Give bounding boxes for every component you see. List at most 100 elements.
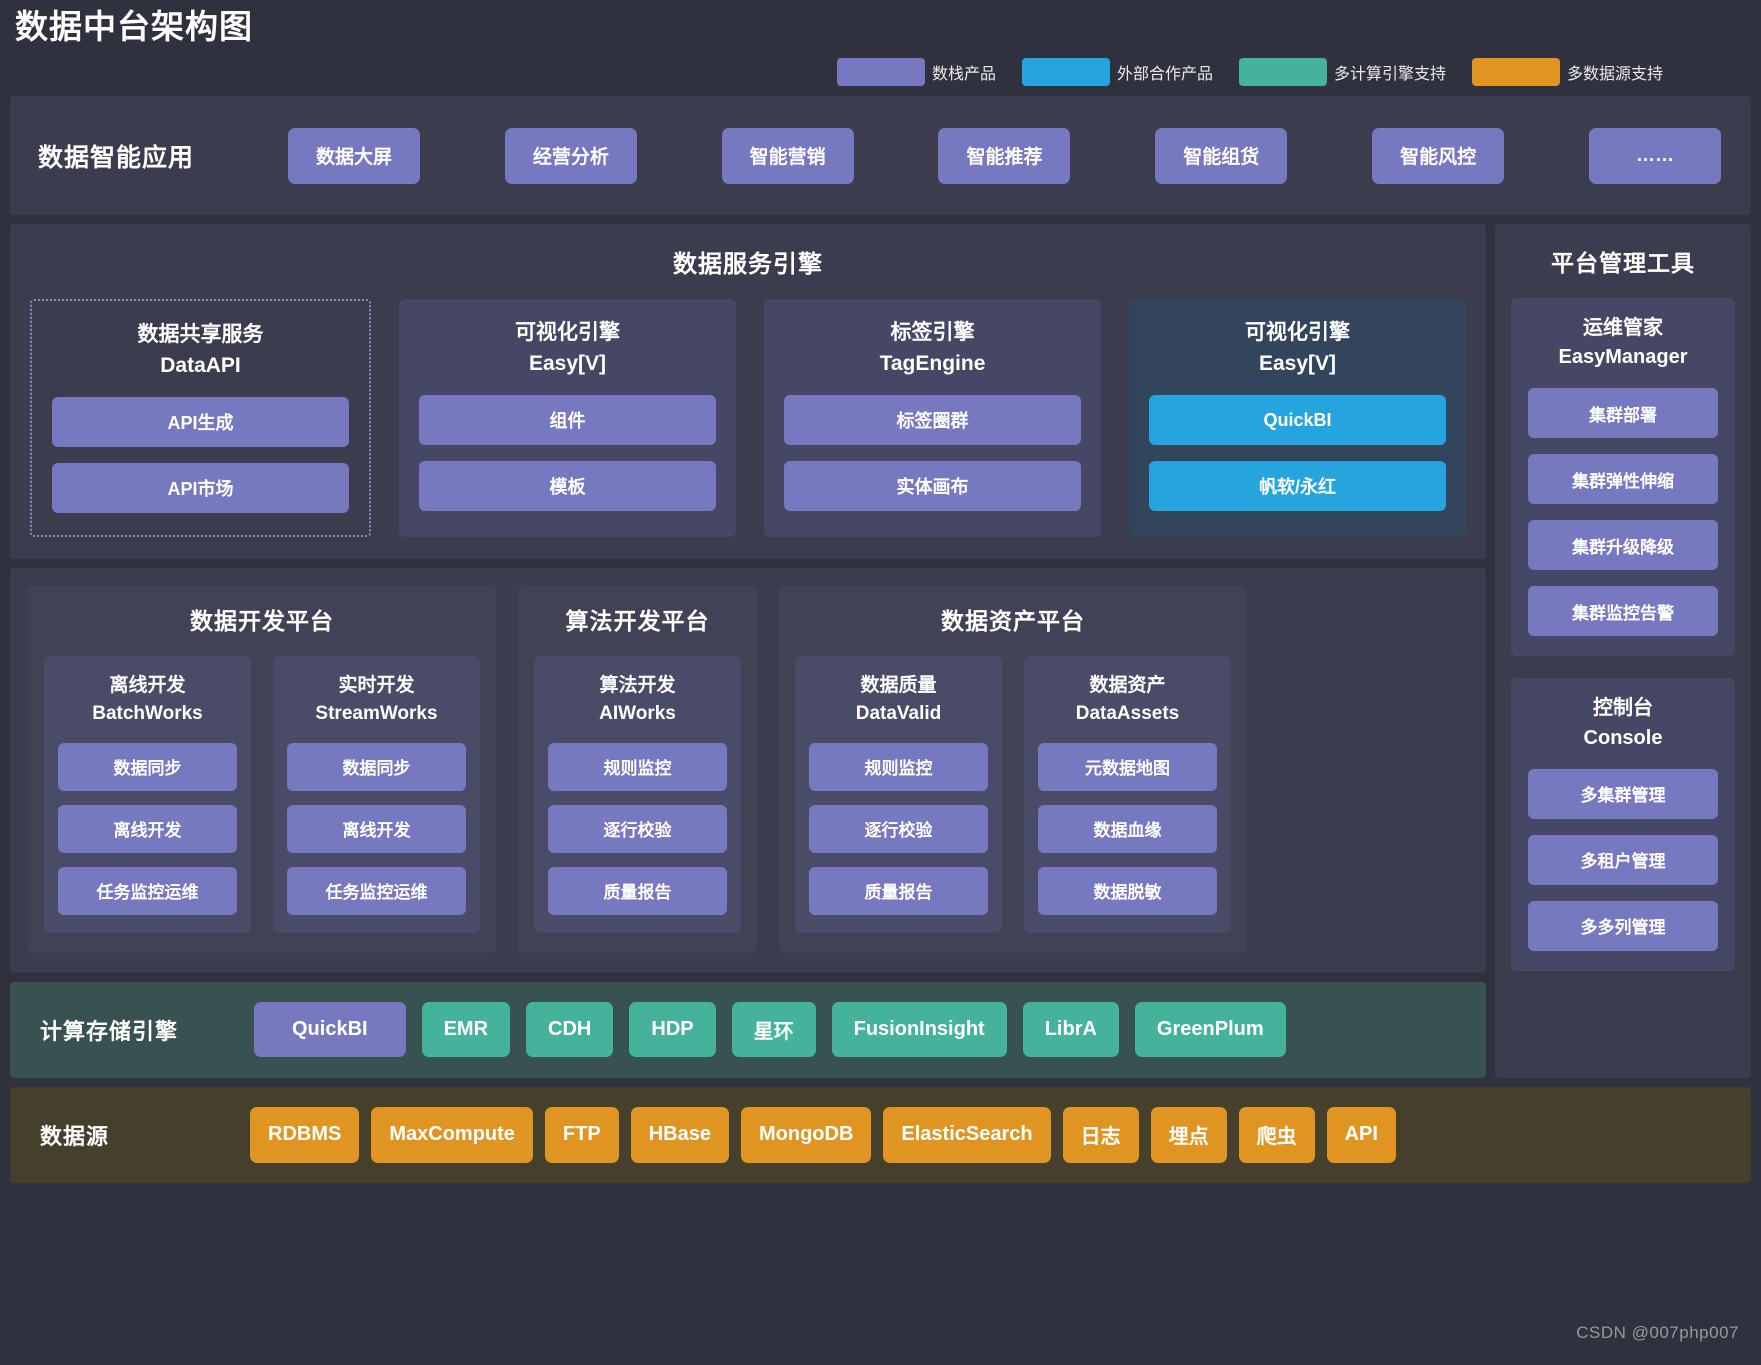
service-card-name-cn: 可视化引擎	[515, 321, 620, 344]
service-card-name-en: Easy[V]	[1258, 351, 1337, 375]
compute-storage-engine-title: 计算存储引擎	[40, 1018, 179, 1044]
platform-tool-chip[interactable]: 多多列管理	[1528, 900, 1718, 951]
legend-item: 多数据源支持	[1471, 58, 1663, 86]
platform-group-title: 数据资产平台	[941, 608, 1085, 635]
platform-sub-chip[interactable]: 逐行校验	[809, 804, 988, 853]
platforms-section: 数据开发平台 离线开发 BatchWorks 数据同步 离线开发 任务监控运维 实时开发 St…	[10, 568, 1486, 973]
platform-tool-name-cn: 控制台	[1593, 697, 1653, 720]
platform-tool-name-cn: 运维管家	[1583, 317, 1663, 339]
platform-tool-name-en: Console	[1583, 726, 1663, 749]
app-chip[interactable]: ……	[1588, 127, 1721, 184]
source-chip[interactable]: 埋点	[1150, 1106, 1227, 1163]
service-card: 标签引擎 TagEngine 标签圈群实体画布	[764, 299, 1101, 538]
platform-sub-chip[interactable]: 数据脱敏	[1038, 866, 1217, 915]
service-card-chip[interactable]: 帆软/永红	[1149, 461, 1446, 512]
watermark: CSDN @007php007	[1576, 1323, 1739, 1342]
platform-sub-chip[interactable]: 质量报告	[809, 866, 988, 915]
platform-tool-card: 控制台 Console 多集群管理多租户管理多多列管理	[1511, 678, 1735, 971]
data-service-engine-section: 数据服务引擎 数据共享服务 DataAPI API生成 API市场 可视化引擎 Easy[…	[10, 224, 1486, 560]
engine-chip[interactable]: QuickBI	[254, 1002, 406, 1058]
platform-columns: 数据质量 DataValid 规则监控逐行校验质量报告 数据资产 DataAssets 元…	[795, 656, 1231, 933]
platform-tool-chip[interactable]: 集群升级降级	[1528, 520, 1718, 571]
legend-item: 外部合作产品	[1021, 58, 1213, 86]
service-card-head: 标签引擎 TagEngine	[784, 318, 1081, 379]
platform-sub-chip[interactable]: 任务监控运维	[287, 866, 466, 915]
data-application-layer-title: 数据智能应用	[38, 143, 195, 172]
platform-sub-name-en: DataAssets	[1075, 703, 1180, 725]
source-chip[interactable]: API	[1326, 1106, 1396, 1163]
service-card-name-en: Easy[V]	[528, 351, 607, 375]
platform-sub-chip[interactable]: 质量报告	[548, 866, 727, 915]
engine-chip[interactable]: EMR	[421, 1002, 511, 1058]
app-chip[interactable]: 智能推荐	[938, 127, 1071, 184]
source-chip[interactable]: 日志	[1062, 1106, 1139, 1163]
service-card-chip[interactable]: API市场	[52, 463, 349, 514]
app-chip[interactable]: 智能组货	[1155, 127, 1288, 184]
platform-sub-chip[interactable]: 数据血缘	[1038, 804, 1217, 853]
platform-sub-name-cn: 数据资产	[1089, 675, 1166, 697]
service-card-chip[interactable]: API生成	[52, 397, 349, 448]
source-chip[interactable]: ElasticSearch	[883, 1106, 1051, 1163]
platform-sub-chip[interactable]: 规则监控	[548, 742, 727, 791]
page-title: 数据中台架构图	[15, 8, 253, 45]
platform-sub-chip[interactable]: 数据同步	[58, 742, 237, 791]
platform-group-title: 数据开发平台	[190, 608, 334, 635]
source-chip[interactable]: 爬虫	[1238, 1106, 1315, 1163]
platform-sub-chip[interactable]: 逐行校验	[548, 804, 727, 853]
platform-sub-name-en: AIWorks	[599, 703, 676, 725]
platform-management-tools-cards: 运维管家 EasyManager 集群部署 集群弹性伸缩 集群升级降级 集群监控告警 控制台…	[1511, 298, 1735, 971]
service-card-chip[interactable]: QuickBI	[1149, 395, 1446, 446]
platform-group: 数据开发平台 离线开发 BatchWorks 数据同步 离线开发 任务监控运维 实时开发 St…	[28, 586, 496, 953]
platform-tool-chip[interactable]: 多租户管理	[1528, 834, 1718, 885]
engine-chip[interactable]: CDH	[526, 1002, 614, 1058]
source-chip[interactable]: MongoDB	[740, 1106, 872, 1163]
platform-sub-chip[interactable]: 数据同步	[287, 742, 466, 791]
legend-label: 数栈产品	[931, 66, 996, 83]
platform-columns: 离线开发 BatchWorks 数据同步 离线开发 任务监控运维 实时开发 StreamWo…	[44, 656, 480, 933]
engine-chip[interactable]: FusionInsight	[831, 1002, 1007, 1058]
service-card: 数据共享服务 DataAPI API生成 API市场	[30, 299, 371, 538]
platform-sub-card-head: 离线开发 BatchWorks	[58, 672, 237, 728]
app-chip[interactable]: 经营分析	[504, 127, 637, 184]
source-chip[interactable]: FTP	[544, 1106, 619, 1163]
platform-tool-chip[interactable]: 多集群管理	[1528, 768, 1718, 819]
platform-tool-chip[interactable]: 集群部署	[1528, 388, 1718, 439]
platform-sub-name-en: DataValid	[855, 703, 942, 725]
platform-tool-chip[interactable]: 集群监控告警	[1528, 586, 1718, 637]
platform-sub-chip[interactable]: 规则监控	[809, 742, 988, 791]
platform-sub-card-head: 数据质量 DataValid	[809, 672, 988, 728]
platform-sub-chip[interactable]: 任务监控运维	[58, 866, 237, 915]
platform-sub-chip[interactable]: 元数据地图	[1038, 742, 1217, 791]
platform-sub-chip[interactable]: 离线开发	[287, 804, 466, 853]
app-chip[interactable]: 智能营销	[721, 127, 854, 184]
engine-chip[interactable]: HDP	[629, 1002, 716, 1058]
platform-sub-chip[interactable]: 离线开发	[58, 804, 237, 853]
legend-item: 数栈产品	[836, 58, 996, 86]
app-chip[interactable]: 智能风控	[1372, 127, 1505, 184]
engine-chip[interactable]: GreenPlum	[1134, 1002, 1286, 1058]
source-chip[interactable]: HBase	[630, 1106, 729, 1163]
data-source-list: RDBMS MaxCompute FTP HBase MongoDB ElasticSea…	[250, 1106, 1735, 1163]
platform-management-tools-title: 平台管理工具	[1551, 250, 1695, 276]
app-chip[interactable]: 数据大屏	[288, 127, 420, 184]
service-card-chip[interactable]: 组件	[419, 395, 716, 446]
platform-tool-chip[interactable]: 集群弹性伸缩	[1528, 454, 1718, 505]
platform-sub-card: 实时开发 StreamWorks 数据同步 离线开发 任务监控运维	[273, 656, 480, 933]
middle-layer: 数据服务引擎 数据共享服务 DataAPI API生成 API市场 可视化引擎 Easy[…	[10, 224, 1751, 1078]
service-card-chip[interactable]: 模板	[419, 461, 716, 512]
service-card-chip[interactable]: 标签圈群	[784, 395, 1081, 446]
engine-chip[interactable]: LibrA	[1022, 1002, 1119, 1058]
service-card-head: 可视化引擎 Easy[V]	[1149, 318, 1446, 379]
source-chip[interactable]: MaxCompute	[371, 1106, 533, 1163]
legend: 数栈产品 外部合作产品 多计算引擎支持 多数据源支持	[10, 48, 1751, 96]
platform-group: 数据资产平台数据质量 DataValid 规则监控逐行校验质量报告 数据资产 DataA…	[779, 586, 1247, 953]
source-chip[interactable]: RDBMS	[250, 1106, 360, 1163]
platform-group: 算法开发平台 算法开发 AIWorks 规则监控 逐行校验 质量报告	[518, 586, 757, 953]
legend-label: 外部合作产品	[1116, 66, 1213, 83]
legend-swatch	[1021, 58, 1110, 86]
data-service-engine-cards: 数据共享服务 DataAPI API生成 API市场 可视化引擎 Easy[V] 组件 模板标…	[30, 299, 1466, 538]
service-card-chip[interactable]: 实体画布	[784, 461, 1081, 512]
service-card-name-en: DataAPI	[160, 353, 241, 377]
engine-chip[interactable]: 星环	[731, 1002, 816, 1058]
data-source-title: 数据源	[40, 1123, 110, 1149]
